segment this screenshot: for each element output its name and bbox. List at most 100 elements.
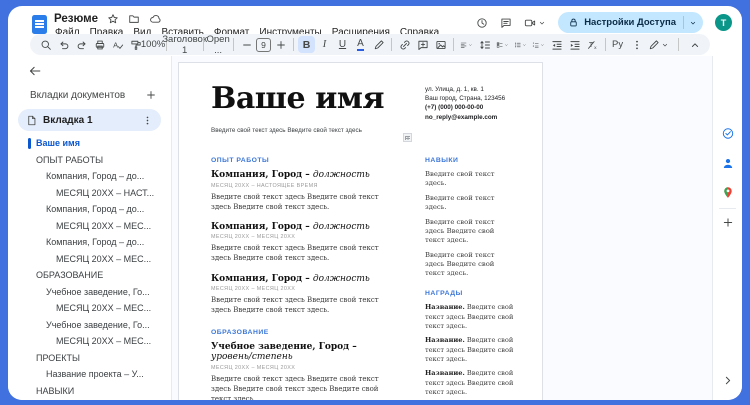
position: должность bbox=[312, 170, 370, 180]
add-comment-button[interactable] bbox=[414, 36, 431, 53]
experience-heading[interactable]: ОПЫТ РАБОТЫ bbox=[211, 157, 393, 164]
awards-heading[interactable]: НАГРАДЫ bbox=[425, 290, 515, 297]
outline-item-skills[interactable]: НАВЫКИ bbox=[8, 383, 171, 400]
hide-menus-button[interactable] bbox=[686, 36, 703, 53]
tab-name: Вкладка 1 bbox=[43, 114, 93, 126]
city: Город – bbox=[315, 342, 357, 353]
outline-item[interactable]: Название проекта – У... bbox=[8, 366, 171, 383]
align-button[interactable] bbox=[458, 36, 475, 53]
get-addons-icon[interactable] bbox=[721, 216, 734, 229]
meet-button[interactable] bbox=[524, 17, 546, 29]
keep-icon[interactable] bbox=[721, 96, 734, 109]
calendar-icon[interactable] bbox=[721, 64, 734, 77]
contacts-icon[interactable] bbox=[721, 157, 734, 170]
outline-item[interactable]: Компания, Город – до... bbox=[8, 168, 171, 185]
font-select[interactable]: Open ... bbox=[206, 34, 229, 56]
outline-item-awards[interactable]: НАГРАДЫ bbox=[8, 399, 171, 400]
company: Компания, bbox=[211, 221, 269, 232]
styles-select[interactable]: Заголовок 1 bbox=[162, 34, 207, 56]
contact-block[interactable]: ул. Улица, д. 1, кв. 1 Ваш город, Страна… bbox=[425, 85, 537, 122]
version-history-icon[interactable] bbox=[476, 17, 488, 29]
chevron-down-icon bbox=[624, 41, 625, 49]
redo-button[interactable] bbox=[73, 36, 90, 53]
outline-item[interactable]: Компания, Город – до... bbox=[8, 234, 171, 251]
bold-button[interactable]: B bbox=[298, 36, 315, 53]
tasks-icon[interactable] bbox=[721, 127, 734, 140]
zoom-select[interactable]: 100% bbox=[141, 36, 165, 53]
award-item[interactable]: Название. Введите свой текст здесь Введи… bbox=[425, 369, 515, 397]
insert-link-button[interactable] bbox=[396, 36, 413, 53]
insert-image-button[interactable] bbox=[432, 36, 449, 53]
experience-entry[interactable]: Компания, Город – должность МЕСЯЦ 20XX –… bbox=[211, 170, 393, 212]
font-size-decrease-button[interactable] bbox=[238, 36, 255, 53]
experience-entry[interactable]: Компания, Город – должность МЕСЯЦ 20XX –… bbox=[211, 222, 393, 264]
outline-item-name[interactable]: Ваше имя bbox=[8, 135, 171, 152]
outline-item[interactable]: МЕСЯЦ 20XX – НАСТ... bbox=[8, 185, 171, 202]
skills-heading[interactable]: НАВЫКИ bbox=[425, 157, 515, 164]
underline-button[interactable]: U bbox=[334, 36, 351, 53]
document-page[interactable]: Ваше имя Введите свой текст здесь Введит… bbox=[178, 62, 543, 400]
award-item[interactable]: Название. Введите свой текст здесь Введи… bbox=[425, 336, 515, 364]
decrease-indent-button[interactable] bbox=[548, 36, 565, 53]
input-tools-button[interactable]: Ру bbox=[610, 36, 627, 53]
skill-item[interactable]: Введите свой текст здесь Введите свой те… bbox=[425, 251, 515, 279]
outline-item-projects[interactable]: ПРОЕКТЫ bbox=[8, 350, 171, 367]
checklist-button[interactable] bbox=[494, 36, 511, 53]
table-handle[interactable] bbox=[403, 133, 412, 142]
highlight-color-button[interactable] bbox=[370, 36, 387, 53]
line-spacing-button[interactable] bbox=[476, 36, 493, 53]
numbered-list-button[interactable] bbox=[530, 36, 547, 53]
line-spacing-icon bbox=[479, 39, 491, 51]
document-tab[interactable]: Вкладка 1 bbox=[18, 109, 161, 131]
bulleted-list-button[interactable] bbox=[512, 36, 529, 53]
title-row: Резюме bbox=[54, 13, 161, 25]
outline-item-experience[interactable]: ОПЫТ РАБОТЫ bbox=[8, 152, 171, 169]
outline-item[interactable]: Учебное заведение, Го... bbox=[8, 317, 171, 334]
text-color-button[interactable]: A bbox=[352, 36, 369, 53]
increase-indent-button[interactable] bbox=[566, 36, 583, 53]
collapse-panel-icon[interactable] bbox=[721, 374, 734, 387]
cloud-status-icon[interactable] bbox=[149, 13, 161, 25]
award-item[interactable]: Название. Введите свой текст здесь Введи… bbox=[425, 303, 515, 331]
move-folder-icon[interactable] bbox=[128, 13, 140, 25]
skill-item[interactable]: Введите свой текст здесь. bbox=[425, 170, 515, 188]
education-heading[interactable]: ОБРАЗОВАНИЕ bbox=[211, 329, 393, 336]
education-entry[interactable]: Учебное заведение, Город – уровень/степе… bbox=[211, 342, 393, 400]
share-button[interactable]: Настройки Доступа bbox=[558, 12, 703, 33]
resume-subtitle[interactable]: Введите свой текст здесь Введите свой те… bbox=[211, 127, 362, 134]
star-icon[interactable] bbox=[107, 13, 119, 25]
spellcheck-button[interactable] bbox=[109, 36, 126, 53]
outline-item-education[interactable]: ОБРАЗОВАНИЕ bbox=[8, 267, 171, 284]
document-canvas[interactable]: Ваше имя Введите свой текст здесь Введит… bbox=[172, 56, 712, 400]
avatar[interactable]: T bbox=[715, 14, 732, 31]
italic-button[interactable]: I bbox=[316, 36, 333, 53]
outline-item[interactable]: Компания, Город – до... bbox=[8, 201, 171, 218]
font-size-input[interactable] bbox=[256, 37, 271, 52]
outline-item[interactable]: МЕСЯЦ 20XX – МЕС... bbox=[8, 218, 171, 235]
editing-mode-button[interactable] bbox=[646, 36, 671, 53]
docs-app-icon[interactable] bbox=[32, 15, 47, 34]
tab-options-icon[interactable] bbox=[142, 115, 153, 126]
outline-item[interactable]: МЕСЯЦ 20XX – МЕС... bbox=[8, 300, 171, 317]
close-panel-button[interactable] bbox=[28, 64, 42, 81]
outline-item[interactable]: МЕСЯЦ 20XX – МЕС... bbox=[8, 251, 171, 268]
text-color-icon: A bbox=[357, 37, 364, 51]
add-tab-icon[interactable] bbox=[145, 89, 157, 101]
more-options-button[interactable] bbox=[628, 36, 645, 53]
outline-item[interactable]: Учебное заведение, Го... bbox=[8, 284, 171, 301]
skill-item[interactable]: Введите свой текст здесь. bbox=[425, 194, 515, 212]
resume-name-heading[interactable]: Ваше имя bbox=[211, 81, 385, 116]
skill-item[interactable]: Введите свой текст здесь Введите свой те… bbox=[425, 218, 515, 246]
share-dropdown-icon[interactable] bbox=[689, 19, 697, 27]
outline-item[interactable]: МЕСЯЦ 20XX – МЕС... bbox=[8, 333, 171, 350]
print-button[interactable] bbox=[91, 36, 108, 53]
clear-formatting-button[interactable] bbox=[584, 36, 601, 53]
search-menus-button[interactable] bbox=[37, 36, 54, 53]
comments-icon[interactable] bbox=[500, 17, 512, 29]
undo-button[interactable] bbox=[55, 36, 72, 53]
experience-entry[interactable]: Компания, Город – должность МЕСЯЦ 20XX –… bbox=[211, 274, 393, 316]
font-size-increase-button[interactable] bbox=[272, 36, 289, 53]
maps-icon[interactable] bbox=[721, 186, 734, 199]
document-title[interactable]: Резюме bbox=[54, 13, 98, 25]
outline-list: Ваше имя ОПЫТ РАБОТЫ Компания, Город – д… bbox=[8, 135, 171, 400]
